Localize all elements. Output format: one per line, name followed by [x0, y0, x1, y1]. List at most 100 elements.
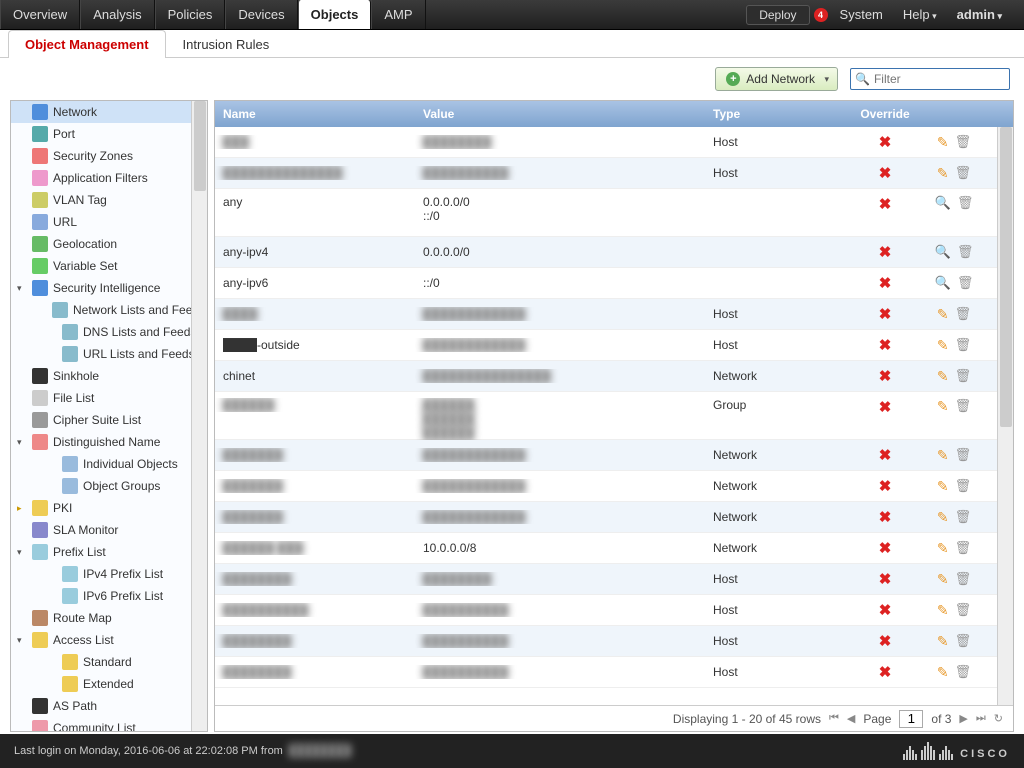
menu-help[interactable]: Help — [895, 7, 945, 22]
pager-next-icon[interactable]: ▶ — [959, 712, 967, 725]
delete-icon[interactable]: 🗑 — [955, 664, 972, 681]
edit-icon[interactable]: ✎ — [937, 509, 949, 526]
menu-policies[interactable]: Policies — [155, 0, 226, 29]
delete-icon[interactable]: 🗑 — [955, 509, 972, 526]
sidebar-item-security-intelligence[interactable]: ▾Security Intelligence — [11, 277, 207, 299]
table-row: ███████████████████Network✖✎🗑 — [215, 502, 1013, 533]
delete-icon[interactable]: 🗑 — [955, 337, 972, 354]
menu-objects[interactable]: Objects — [298, 0, 372, 29]
grid-scrollbar[interactable] — [997, 127, 1013, 705]
pager-first-icon[interactable]: ⏮ — [829, 712, 839, 725]
sidebar-item-label: DNS Lists and Feeds — [83, 325, 196, 339]
delete-icon[interactable]: 🗑 — [955, 368, 972, 385]
delete-icon[interactable]: 🗑 — [955, 571, 972, 588]
view-icon[interactable]: 🔍 — [935, 195, 951, 211]
sidebar-scrollbar[interactable] — [191, 101, 207, 731]
tab-object-management[interactable]: Object Management — [8, 30, 166, 58]
sidebar-item-object-groups[interactable]: Object Groups — [11, 475, 207, 497]
col-value[interactable]: Value — [415, 107, 705, 121]
edit-icon[interactable]: ✎ — [937, 540, 949, 557]
sidebar-item-pki[interactable]: ▸PKI — [11, 497, 207, 519]
sidebar-item-vlan-tag[interactable]: VLAN Tag — [11, 189, 207, 211]
sidebar-item-access-list[interactable]: ▾Access List — [11, 629, 207, 651]
col-override[interactable]: Override — [845, 107, 925, 121]
sidebar-item-label: Network — [53, 105, 97, 119]
sidebar-item-url[interactable]: URL — [11, 211, 207, 233]
sidebar-item-community-list[interactable]: Community List — [11, 717, 207, 732]
menu-devices[interactable]: Devices — [225, 0, 297, 29]
add-network-button[interactable]: + Add Network — [715, 67, 838, 91]
delete-icon[interactable]: 🗑 — [957, 195, 974, 211]
delete-icon[interactable]: 🗑 — [955, 602, 972, 619]
sidebar-item-security-zones[interactable]: Security Zones — [11, 145, 207, 167]
edit-icon[interactable]: ✎ — [937, 306, 949, 323]
sidebar-item-standard[interactable]: Standard — [11, 651, 207, 673]
delete-icon[interactable]: 🗑 — [955, 134, 972, 151]
sidebar-item-as-path[interactable]: AS Path — [11, 695, 207, 717]
col-name[interactable]: Name — [215, 107, 415, 121]
sidebar-item-label: Variable Set — [53, 259, 117, 273]
pager-of-label: of 3 — [931, 712, 951, 726]
sidebar-item-ipv6-prefix-list[interactable]: IPv6 Prefix List — [11, 585, 207, 607]
cell-type: Network — [705, 541, 845, 555]
edit-icon[interactable]: ✎ — [937, 165, 949, 182]
menu-amp[interactable]: AMP — [371, 0, 425, 29]
sidebar-item-individual-objects[interactable]: Individual Objects — [11, 453, 207, 475]
sidebar-item-port[interactable]: Port — [11, 123, 207, 145]
delete-icon[interactable]: 🗑 — [955, 398, 972, 415]
col-type[interactable]: Type — [705, 107, 845, 121]
sidebar-item-extended[interactable]: Extended — [11, 673, 207, 695]
delete-icon[interactable]: 🗑 — [955, 478, 972, 495]
sidebar-item-ipv4-prefix-list[interactable]: IPv4 Prefix List — [11, 563, 207, 585]
menu-system[interactable]: System — [832, 7, 891, 22]
sidebar-item-sla-monitor[interactable]: SLA Monitor — [11, 519, 207, 541]
view-icon[interactable]: 🔍 — [935, 244, 951, 260]
delete-icon[interactable]: 🗑 — [955, 306, 972, 323]
menu-analysis[interactable]: Analysis — [80, 0, 154, 29]
edit-icon[interactable]: ✎ — [937, 368, 949, 385]
menu-admin[interactable]: admin — [949, 7, 1010, 22]
sidebar-item-sinkhole[interactable]: Sinkhole — [11, 365, 207, 387]
edit-icon[interactable]: ✎ — [937, 447, 949, 464]
delete-icon[interactable]: 🗑 — [955, 540, 972, 557]
edit-icon[interactable]: ✎ — [937, 478, 949, 495]
sidebar-item-dns-lists-and-feeds[interactable]: DNS Lists and Feeds — [11, 321, 207, 343]
alert-badge[interactable]: 4 — [814, 8, 828, 22]
sidebar-item-label: AS Path — [53, 699, 97, 713]
sidebar-item-file-list[interactable]: File List — [11, 387, 207, 409]
edit-icon[interactable]: ✎ — [937, 571, 949, 588]
sidebar-item-application-filters[interactable]: Application Filters — [11, 167, 207, 189]
sidebar-item-network[interactable]: Network — [11, 101, 207, 123]
edit-icon[interactable]: ✎ — [937, 134, 949, 151]
view-icon[interactable]: 🔍 — [935, 275, 951, 291]
pager-last-icon[interactable]: ⏭ — [976, 712, 986, 725]
sidebar-item-prefix-list[interactable]: ▾Prefix List — [11, 541, 207, 563]
delete-icon[interactable]: 🗑 — [957, 275, 974, 291]
sidebar-item-variable-set[interactable]: Variable Set — [11, 255, 207, 277]
edit-icon[interactable]: ✎ — [937, 602, 949, 619]
sidebar-item-route-map[interactable]: Route Map — [11, 607, 207, 629]
delete-icon[interactable]: 🗑 — [955, 633, 972, 650]
filter-box[interactable]: 🔍 — [850, 68, 1010, 90]
delete-icon[interactable]: 🗑 — [955, 165, 972, 182]
sidebar-item-geolocation[interactable]: Geolocation — [11, 233, 207, 255]
sidebar-item-cipher-suite-list[interactable]: Cipher Suite List — [11, 409, 207, 431]
edit-icon[interactable]: ✎ — [937, 664, 949, 681]
deploy-button[interactable]: Deploy — [746, 5, 809, 25]
override-x-icon: ✖ — [879, 398, 892, 416]
edit-icon[interactable]: ✎ — [937, 633, 949, 650]
menu-overview[interactable]: Overview — [0, 0, 80, 29]
edit-icon[interactable]: ✎ — [937, 398, 949, 415]
pager-page-input[interactable] — [899, 710, 923, 728]
sidebar-item-url-lists-and-feeds[interactable]: URL Lists and Feeds — [11, 343, 207, 365]
tab-intrusion-rules[interactable]: Intrusion Rules — [166, 30, 287, 58]
edit-icon[interactable]: ✎ — [937, 337, 949, 354]
filter-input[interactable] — [874, 72, 1005, 86]
pager-prev-icon[interactable]: ◀ — [847, 712, 855, 725]
delete-icon[interactable]: 🗑 — [955, 447, 972, 464]
delete-icon[interactable]: 🗑 — [957, 244, 974, 260]
override-x-icon: ✖ — [879, 446, 892, 464]
sidebar-item-distinguished-name[interactable]: ▾Distinguished Name — [11, 431, 207, 453]
sidebar-item-network-lists-and-feeds[interactable]: Network Lists and Feeds — [11, 299, 207, 321]
pager-refresh-icon[interactable]: ↻ — [994, 712, 1003, 725]
